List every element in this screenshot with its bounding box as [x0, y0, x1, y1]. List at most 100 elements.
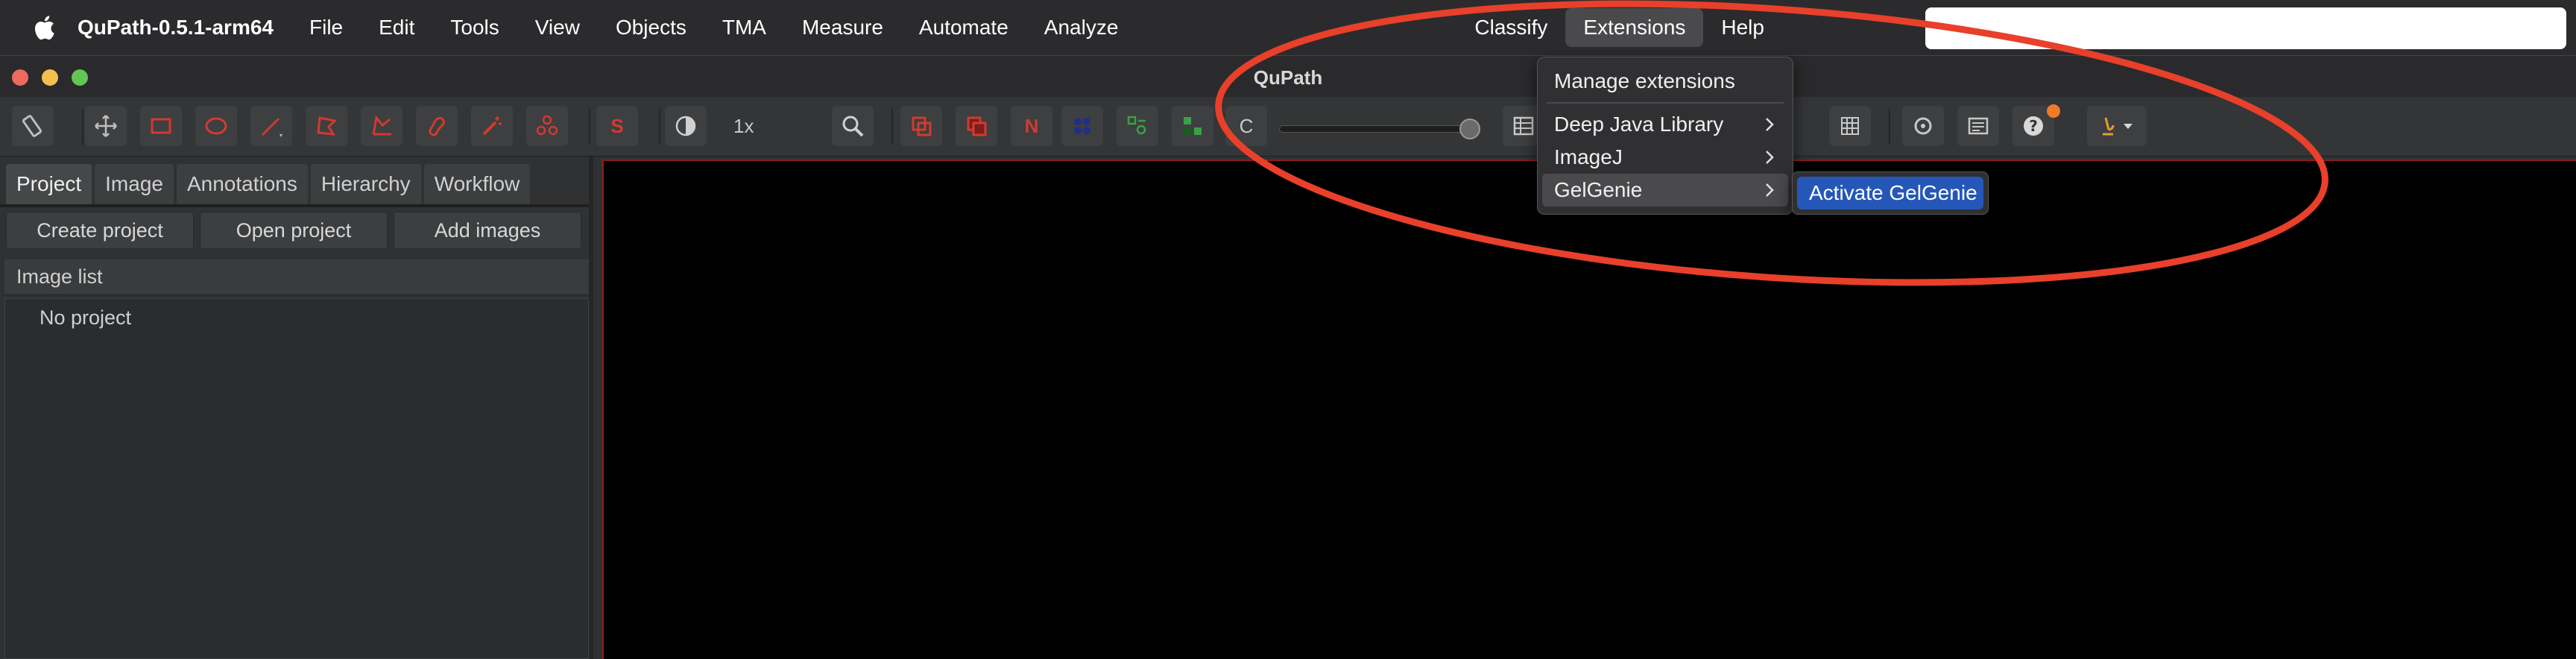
ellipse-icon: [205, 117, 227, 135]
log-icon: [1968, 117, 1989, 135]
tma-grid-icon: [1074, 118, 1090, 134]
menu-item-gelgenie[interactable]: GelGenie: [1542, 174, 1788, 206]
brightness-contrast-button[interactable]: [665, 106, 707, 146]
menu-tools[interactable]: Tools: [432, 0, 517, 55]
show-names-button[interactable]: N: [1011, 106, 1052, 146]
show-connections-button[interactable]: C: [1225, 106, 1267, 146]
preferences-button[interactable]: [1902, 106, 1944, 146]
menu-view[interactable]: View: [517, 0, 598, 55]
menu-help[interactable]: Help: [1703, 0, 1782, 55]
chevron-right-icon: [1766, 118, 1774, 131]
menu-item-manage-extensions[interactable]: Manage extensions: [1542, 65, 1788, 98]
menu-measure[interactable]: Measure: [784, 0, 901, 55]
gelgenie-submenu: Activate GelGenie: [1792, 171, 1989, 215]
create-project-button[interactable]: Create project: [6, 212, 194, 249]
points-icon: [536, 115, 558, 136]
toolbar-separator: [891, 109, 893, 145]
selection-mode-label: S: [610, 114, 624, 137]
fill-annotations-icon: [967, 116, 987, 136]
gear-icon: [1914, 117, 1932, 135]
menu-item-label: Manage extensions: [1554, 69, 1735, 92]
qupath-window: QuPath S 1x N C ? Project Image Annotati…: [0, 55, 2576, 659]
menu-classify[interactable]: Classify: [1456, 0, 1565, 55]
tab-image[interactable]: Image: [95, 164, 174, 204]
scripting-dropdown-button[interactable]: [2087, 106, 2147, 146]
microscope-icon: [2103, 117, 2133, 136]
activate-gelgenie-item[interactable]: Activate GelGenie: [1797, 177, 1983, 209]
opacity-slider-thumb[interactable]: [1459, 119, 1480, 139]
connections-label: C: [1239, 114, 1254, 137]
log-button[interactable]: [1957, 106, 1999, 146]
menu-analyze[interactable]: Analyze: [1026, 0, 1137, 55]
tab-workflow[interactable]: Workflow: [423, 164, 531, 204]
move-icon: [95, 115, 117, 137]
counting-grid-button[interactable]: [1829, 106, 1871, 146]
tab-hierarchy[interactable]: Hierarchy: [310, 164, 421, 204]
ruler-icon: [22, 115, 42, 137]
menu-edit[interactable]: Edit: [361, 0, 432, 55]
annotations-icon: [912, 116, 932, 136]
toolbar-separator: [589, 109, 590, 145]
menu-item-label: ImageJ: [1554, 145, 1623, 168]
brush-tool-button[interactable]: [416, 106, 458, 146]
points-tool-button[interactable]: [526, 106, 568, 146]
line-tool-button[interactable]: [250, 106, 292, 146]
screen: QuPath-0.5.1-arm64 File Edit Tools View …: [0, 0, 2576, 659]
tab-divider: [0, 204, 589, 207]
chevron-right-icon: [1766, 183, 1774, 197]
menu-item-imagej[interactable]: ImageJ: [1542, 141, 1788, 174]
show-detections-button[interactable]: [1117, 106, 1158, 146]
toolbar-separator: [659, 109, 660, 145]
ruler-tool-button[interactable]: [12, 106, 54, 146]
magnifier-icon: [842, 116, 864, 137]
move-tool-button[interactable]: [85, 106, 127, 146]
menu-file[interactable]: File: [291, 0, 361, 55]
contrast-icon: [675, 116, 696, 136]
image-viewer[interactable]: [602, 160, 2576, 659]
show-tma-grid-button[interactable]: [1061, 106, 1103, 146]
ellipse-tool-button[interactable]: [195, 106, 237, 146]
rectangle-tool-button[interactable]: [140, 106, 182, 146]
opacity-slider[interactable]: [1279, 125, 1473, 133]
fill-annotations-button[interactable]: [956, 106, 997, 146]
chevron-right-icon: [1766, 151, 1774, 164]
app-name[interactable]: QuPath-0.5.1-arm64: [78, 16, 274, 40]
zoom-level-label: 1x: [733, 115, 754, 137]
open-project-button[interactable]: Open project: [200, 212, 388, 249]
menu-item-label: Deep Java Library: [1554, 113, 1724, 136]
apple-icon[interactable]: [25, 0, 63, 55]
extensions-menu: Manage extensions Deep Java Library Imag…: [1537, 57, 1793, 215]
menu-objects[interactable]: Objects: [598, 0, 704, 55]
table-icon: [1513, 116, 1534, 136]
left-panel: Project Image Annotations Hierarchy Work…: [0, 157, 593, 659]
polygon-icon: [317, 116, 338, 136]
search-input[interactable]: [1925, 7, 2566, 49]
fill-detections-button[interactable]: [1172, 106, 1213, 146]
menu-tma[interactable]: TMA: [704, 0, 784, 55]
menu-automate[interactable]: Automate: [901, 0, 1026, 55]
menu-item-label: GelGenie: [1554, 178, 1643, 201]
polygon-tool-button[interactable]: [306, 106, 347, 146]
brush-icon: [429, 116, 445, 136]
zoom-to-fit-button[interactable]: [832, 106, 874, 146]
menu-extensions[interactable]: Extensions: [1565, 8, 1704, 47]
image-list[interactable]: No project: [4, 298, 589, 659]
menu-item-deep-java-library[interactable]: Deep Java Library: [1542, 108, 1788, 141]
tab-annotations[interactable]: Annotations: [176, 164, 308, 204]
help-icon: ?: [2024, 116, 2043, 136]
polyline-tool-button[interactable]: [361, 106, 402, 146]
add-images-button[interactable]: Add images: [394, 212, 581, 249]
window-titlebar: QuPath: [0, 55, 2576, 97]
tab-project[interactable]: Project: [6, 164, 92, 204]
toolbar-separator: [82, 109, 83, 145]
left-panel-tabs: Project Image Annotations Hierarchy Work…: [6, 164, 533, 204]
wand-tool-button[interactable]: [471, 106, 513, 146]
fill-detections-icon: [1184, 117, 1202, 135]
window-title: QuPath: [1253, 66, 1323, 89]
show-annotations-button[interactable]: [900, 106, 942, 146]
polyline-icon: [372, 115, 391, 136]
line-icon: [261, 117, 282, 137]
show-names-label: N: [1024, 114, 1039, 137]
selection-mode-button[interactable]: S: [596, 106, 638, 146]
menu-separator: [1547, 102, 1784, 104]
